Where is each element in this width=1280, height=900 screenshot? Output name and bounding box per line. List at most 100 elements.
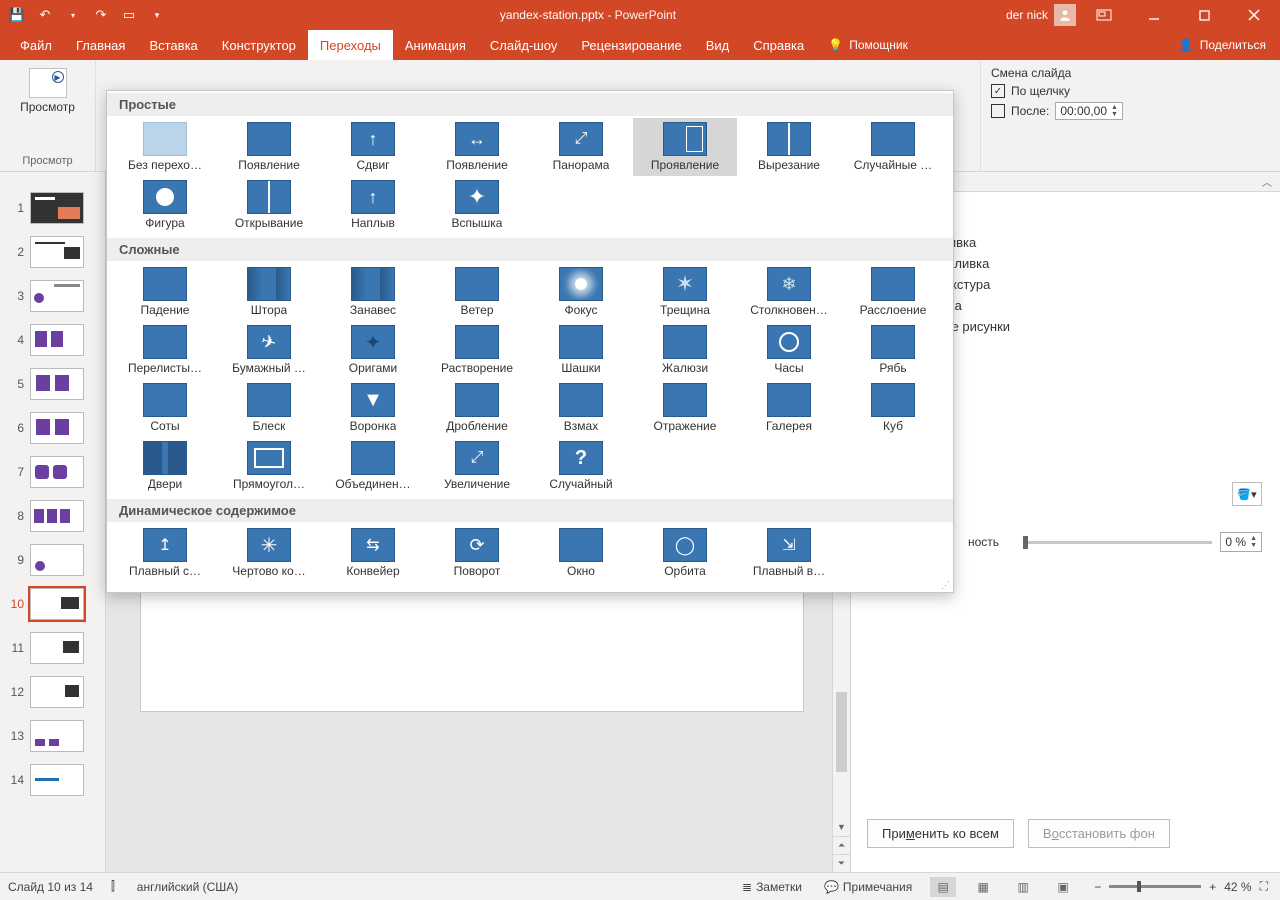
- minimize-button[interactable]: [1132, 0, 1176, 30]
- transition-random[interactable]: Случайные …: [841, 118, 945, 176]
- transition-rot[interactable]: Поворот: [425, 524, 529, 582]
- sorter-view-icon[interactable]: ▦: [970, 877, 996, 897]
- transition-shine[interactable]: Блеск: [217, 379, 321, 437]
- transition-smooth[interactable]: Плавный с…: [113, 524, 217, 582]
- ribbon-display-options-icon[interactable]: [1082, 0, 1126, 30]
- transition-q[interactable]: Случайный: [529, 437, 633, 495]
- transition-drape[interactable]: Штора: [217, 263, 321, 321]
- fill-option-gradient[interactable]: нтная заливка: [903, 256, 1268, 271]
- transition-peel[interactable]: Расслоение: [841, 263, 945, 321]
- transition-ferris[interactable]: Чертово ко…: [217, 524, 321, 582]
- transition-ripple[interactable]: Рябь: [841, 321, 945, 379]
- share-button[interactable]: 👤Поделиться: [1165, 30, 1280, 60]
- fit-to-window-icon[interactable]: ⛶: [1256, 879, 1272, 894]
- language-button[interactable]: английский (США): [133, 880, 242, 894]
- transition-dissolve[interactable]: Растворение: [425, 321, 529, 379]
- notes-button[interactable]: ≣Заметки: [738, 880, 806, 894]
- next-slide-icon[interactable]: ⏷: [833, 854, 850, 872]
- slide-thumb-13[interactable]: 13: [0, 714, 105, 758]
- transition-crack[interactable]: Трещина: [633, 263, 737, 321]
- reading-view-icon[interactable]: ▥: [1010, 877, 1036, 897]
- slide-thumbnail-panel[interactable]: 1 2 3 4 5 6 7 8 9 10 11 12 13 14: [0, 172, 106, 872]
- transition-fade[interactable]: Появление: [217, 118, 321, 176]
- zoom-level-label[interactable]: 42 %: [1224, 880, 1251, 894]
- preview-button[interactable]: Просмотр: [20, 64, 75, 114]
- spinner-buttons-icon[interactable]: ▲▼: [1250, 535, 1257, 549]
- transition-crush[interactable]: Столкновен…: [737, 263, 841, 321]
- fill-option-pattern[interactable]: я заливка: [903, 298, 1268, 313]
- transition-pageturn[interactable]: Перелисты…: [113, 321, 217, 379]
- redo-icon[interactable]: ↷: [88, 2, 114, 28]
- tab-transitions[interactable]: Переходы: [308, 30, 393, 60]
- slideshow-view-icon[interactable]: ▣: [1050, 877, 1076, 897]
- transition-focus[interactable]: Фокус: [529, 263, 633, 321]
- fill-option-solid[interactable]: ная заливка: [903, 235, 1268, 250]
- transition-wipe[interactable]: Появление: [425, 118, 529, 176]
- normal-view-icon[interactable]: ▤: [930, 877, 956, 897]
- slide-thumb-12[interactable]: 12: [0, 670, 105, 714]
- slide-thumb-8[interactable]: 8: [0, 494, 105, 538]
- transition-fall[interactable]: Падение: [113, 263, 217, 321]
- transition-funnel[interactable]: Воронка: [321, 379, 425, 437]
- save-icon[interactable]: 💾: [4, 2, 30, 28]
- undo-icon[interactable]: ↶: [32, 2, 58, 28]
- tab-animations[interactable]: Анимация: [393, 30, 478, 60]
- transparency-value-input[interactable]: 0 % ▲▼: [1220, 532, 1262, 552]
- tab-file[interactable]: Файл: [8, 30, 64, 60]
- transition-orbit[interactable]: Орбита: [633, 524, 737, 582]
- fill-color-button[interactable]: 🪣▾: [1232, 482, 1262, 506]
- tab-insert[interactable]: Вставка: [137, 30, 209, 60]
- account-button[interactable]: der nick: [1006, 4, 1076, 26]
- on-click-checkbox[interactable]: ✓: [991, 84, 1005, 98]
- hide-bg-graphics[interactable]: фоновые рисунки: [903, 319, 1268, 334]
- transition-none[interactable]: Без перехо…: [113, 118, 217, 176]
- slide-thumb-2[interactable]: 2: [0, 230, 105, 274]
- tab-home[interactable]: Главная: [64, 30, 137, 60]
- transition-cube[interactable]: Куб: [841, 379, 945, 437]
- transition-shape[interactable]: Фигура: [113, 176, 217, 234]
- slide-thumb-10[interactable]: 10: [0, 582, 105, 626]
- transition-zoom[interactable]: Увеличение: [425, 437, 529, 495]
- transition-blinds[interactable]: Жалюзи: [633, 321, 737, 379]
- slide-thumb-9[interactable]: 9: [0, 538, 105, 582]
- transition-curtain[interactable]: Занавес: [321, 263, 425, 321]
- transition-push[interactable]: Сдвиг: [321, 118, 425, 176]
- zoom-slider[interactable]: [1109, 885, 1201, 888]
- transition-merge[interactable]: Объединен…: [321, 437, 425, 495]
- transition-cut[interactable]: Вырезание: [737, 118, 841, 176]
- slide-thumb-11[interactable]: 11: [0, 626, 105, 670]
- tab-view[interactable]: Вид: [694, 30, 742, 60]
- transition-flip[interactable]: Взмах: [529, 379, 633, 437]
- tab-help[interactable]: Справка: [741, 30, 816, 60]
- resize-grip-icon[interactable]: ⋰: [941, 580, 950, 591]
- transition-reflect[interactable]: Отражение: [633, 379, 737, 437]
- tab-review[interactable]: Рецензирование: [569, 30, 693, 60]
- transition-plane[interactable]: Бумажный …: [217, 321, 321, 379]
- transition-reveal[interactable]: Проявление: [633, 118, 737, 176]
- tab-design[interactable]: Конструктор: [210, 30, 308, 60]
- comments-button[interactable]: 💬Примечания: [820, 880, 916, 894]
- transition-shatter[interactable]: Дробление: [425, 379, 529, 437]
- close-button[interactable]: [1232, 0, 1276, 30]
- transition-pan[interactable]: Панорама: [529, 118, 633, 176]
- transition-cover[interactable]: Наплыв: [321, 176, 425, 234]
- start-from-beginning-icon[interactable]: ▭: [116, 2, 142, 28]
- transition-doors[interactable]: Двери: [113, 437, 217, 495]
- zoom-in-button[interactable]: +: [1205, 880, 1220, 894]
- fill-option-picture[interactable]: к или текстура: [903, 277, 1268, 292]
- scroll-down-icon[interactable]: ▼: [833, 818, 850, 836]
- zoom-out-button[interactable]: −: [1090, 880, 1105, 894]
- transparency-slider[interactable]: [1023, 541, 1212, 544]
- slide-count-label[interactable]: Слайд 10 из 14: [8, 880, 93, 894]
- transition-flash[interactable]: Вспышка: [425, 176, 529, 234]
- slide-thumb-7[interactable]: 7: [0, 450, 105, 494]
- transition-uncover[interactable]: Открывание: [217, 176, 321, 234]
- transition-clock[interactable]: Часы: [737, 321, 841, 379]
- transition-conveyor[interactable]: Конвейер: [321, 524, 425, 582]
- transition-honey[interactable]: Соты: [113, 379, 217, 437]
- after-duration-input[interactable]: 00:00,00 ▲▼: [1055, 102, 1123, 120]
- transition-wind[interactable]: Ветер: [425, 263, 529, 321]
- transition-window[interactable]: Окно: [529, 524, 633, 582]
- after-checkbox[interactable]: [991, 104, 1005, 118]
- slide-thumb-6[interactable]: 6: [0, 406, 105, 450]
